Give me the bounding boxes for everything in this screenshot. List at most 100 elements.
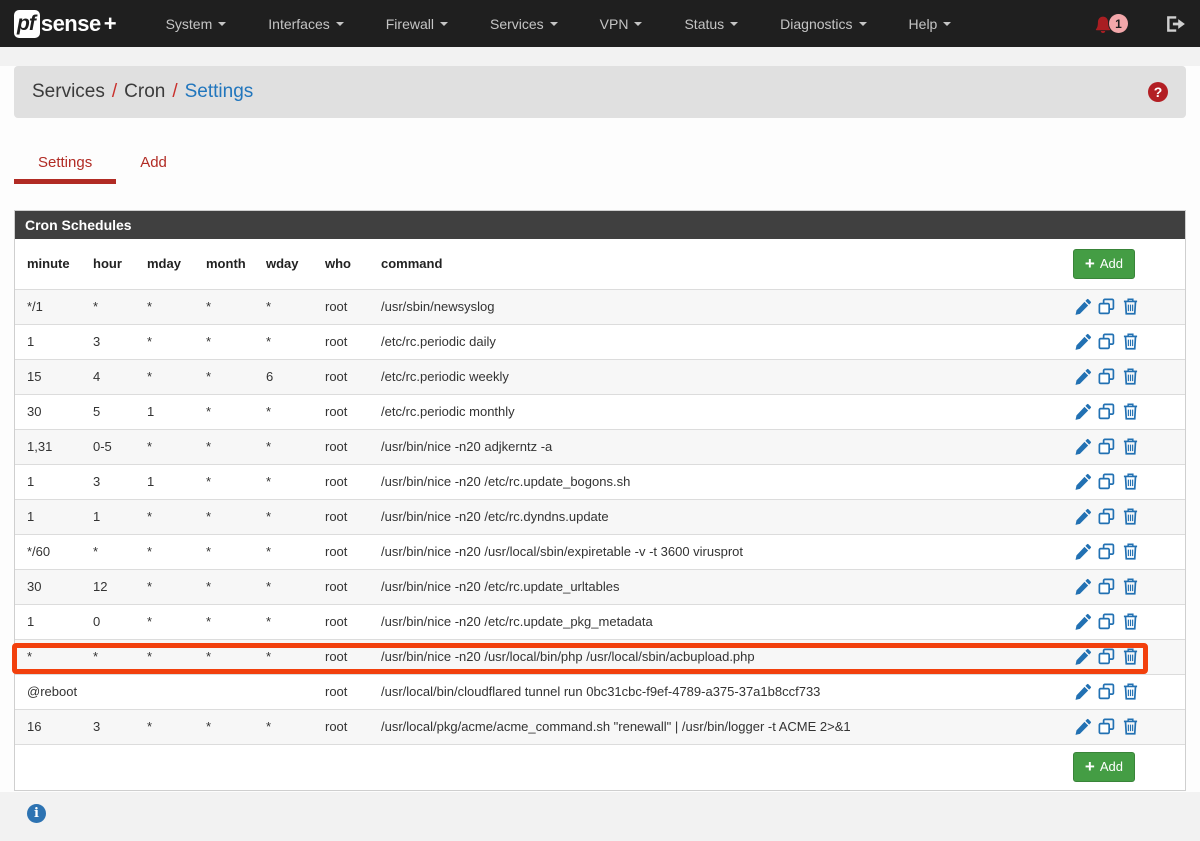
- top-navbar: pf sense + System Interfaces Firewall Se…: [0, 0, 1200, 47]
- nav-menu-vpn[interactable]: VPN: [579, 0, 664, 47]
- cell-hour: 12: [81, 569, 135, 604]
- row-actions: [1015, 289, 1185, 324]
- cell-hour: 3: [81, 464, 135, 499]
- delete-icon[interactable]: [1122, 648, 1139, 665]
- cell-month: *: [194, 464, 254, 499]
- copy-icon[interactable]: [1098, 613, 1115, 630]
- cell-hour: 0-5: [81, 429, 135, 464]
- cell-hour: 5: [81, 394, 135, 429]
- nav-menu-firewall[interactable]: Firewall: [365, 0, 469, 47]
- delete-icon[interactable]: [1122, 298, 1139, 315]
- copy-icon[interactable]: [1098, 298, 1115, 315]
- copy-icon[interactable]: [1098, 473, 1115, 490]
- cell-month: *: [194, 569, 254, 604]
- delete-icon[interactable]: [1122, 473, 1139, 490]
- delete-icon[interactable]: [1122, 543, 1139, 560]
- delete-icon[interactable]: [1122, 683, 1139, 700]
- help-icon[interactable]: ?: [1148, 82, 1168, 102]
- cell-month: *: [194, 604, 254, 639]
- delete-icon[interactable]: [1122, 613, 1139, 630]
- edit-icon[interactable]: [1075, 543, 1092, 560]
- copy-icon[interactable]: [1098, 648, 1115, 665]
- cell-command: /usr/local/bin/cloudflared tunnel run 0b…: [369, 674, 1015, 709]
- copy-icon[interactable]: [1098, 403, 1115, 420]
- edit-icon[interactable]: [1075, 473, 1092, 490]
- edit-icon[interactable]: [1075, 333, 1092, 350]
- pfsense-logo-plus: +: [104, 11, 117, 37]
- delete-icon[interactable]: [1122, 718, 1139, 735]
- row-actions: [1015, 639, 1185, 674]
- delete-icon[interactable]: [1122, 403, 1139, 420]
- cron-row: 16 3 * * * root /usr/local/pkg/acme/acme…: [15, 709, 1185, 744]
- add-button-bottom[interactable]: + Add: [1073, 752, 1135, 782]
- cell-month: *: [194, 394, 254, 429]
- chevron-down-icon: [859, 22, 867, 26]
- delete-icon[interactable]: [1122, 438, 1139, 455]
- add-button-top[interactable]: + Add: [1073, 249, 1135, 279]
- logout-button[interactable]: [1166, 15, 1186, 33]
- cell-wday: *: [254, 429, 313, 464]
- cell-hour: 4: [81, 359, 135, 394]
- edit-icon[interactable]: [1075, 368, 1092, 385]
- delete-icon[interactable]: [1122, 508, 1139, 525]
- cell-minute: */60: [15, 534, 81, 569]
- info-icon[interactable]: i: [27, 804, 46, 823]
- copy-icon[interactable]: [1098, 508, 1115, 525]
- copy-icon[interactable]: [1098, 368, 1115, 385]
- nav-menu-status[interactable]: Status: [663, 0, 759, 47]
- copy-icon[interactable]: [1098, 438, 1115, 455]
- delete-icon[interactable]: [1122, 368, 1139, 385]
- cell-hour: *: [81, 534, 135, 569]
- cell-command: /etc/rc.periodic weekly: [369, 359, 1015, 394]
- edit-icon[interactable]: [1075, 613, 1092, 630]
- edit-icon[interactable]: [1075, 578, 1092, 595]
- content-area: Services / Cron / Settings ? Settings Ad…: [0, 66, 1200, 792]
- cell-who: root: [313, 569, 369, 604]
- edit-icon[interactable]: [1075, 298, 1092, 315]
- copy-icon[interactable]: [1098, 333, 1115, 350]
- row-actions: [1015, 674, 1185, 709]
- cell-mday: *: [135, 639, 194, 674]
- nav-menu-interfaces[interactable]: Interfaces: [247, 0, 364, 47]
- tab-add[interactable]: Add: [116, 148, 191, 184]
- cron-row: @reboot root /usr/local/bin/cloudflared …: [15, 674, 1185, 709]
- cell-wday: *: [254, 604, 313, 639]
- nav-menu-diagnostics[interactable]: Diagnostics: [759, 0, 887, 47]
- pfsense-logo[interactable]: pf sense +: [14, 10, 117, 38]
- cell-who: root: [313, 289, 369, 324]
- cell-minute: 1: [15, 324, 81, 359]
- cell-mday: *: [135, 709, 194, 744]
- cell-hour: *: [81, 639, 135, 674]
- nav-menu-label: Status: [684, 16, 724, 32]
- cell-mday: *: [135, 359, 194, 394]
- cell-month: *: [194, 709, 254, 744]
- notification-count-badge: 1: [1109, 14, 1128, 33]
- notifications-button[interactable]: 1: [1094, 14, 1128, 33]
- nav-menu-system[interactable]: System: [145, 0, 248, 47]
- edit-icon[interactable]: [1075, 438, 1092, 455]
- edit-icon[interactable]: [1075, 683, 1092, 700]
- edit-icon[interactable]: [1075, 648, 1092, 665]
- cell-minute: 1,31: [15, 429, 81, 464]
- tab-bar: Settings Add: [14, 148, 1186, 184]
- nav-menu-help[interactable]: Help: [888, 0, 973, 47]
- cell-minute: 1: [15, 604, 81, 639]
- cell-who: root: [313, 324, 369, 359]
- cell-command: /etc/rc.periodic monthly: [369, 394, 1015, 429]
- cell-command: /usr/bin/nice -n20 /etc/rc.update_pkg_me…: [369, 604, 1015, 639]
- nav-menu-services[interactable]: Services: [469, 0, 579, 47]
- copy-icon[interactable]: [1098, 718, 1115, 735]
- tab-settings[interactable]: Settings: [14, 148, 116, 184]
- edit-icon[interactable]: [1075, 718, 1092, 735]
- copy-icon[interactable]: [1098, 683, 1115, 700]
- panel-title: Cron Schedules: [15, 211, 1185, 239]
- row-actions: [1015, 394, 1185, 429]
- delete-icon[interactable]: [1122, 578, 1139, 595]
- delete-icon[interactable]: [1122, 333, 1139, 350]
- column-header-month: month: [194, 239, 254, 289]
- copy-icon[interactable]: [1098, 578, 1115, 595]
- edit-icon[interactable]: [1075, 508, 1092, 525]
- copy-icon[interactable]: [1098, 543, 1115, 560]
- edit-icon[interactable]: [1075, 403, 1092, 420]
- cell-command: /usr/sbin/newsyslog: [369, 289, 1015, 324]
